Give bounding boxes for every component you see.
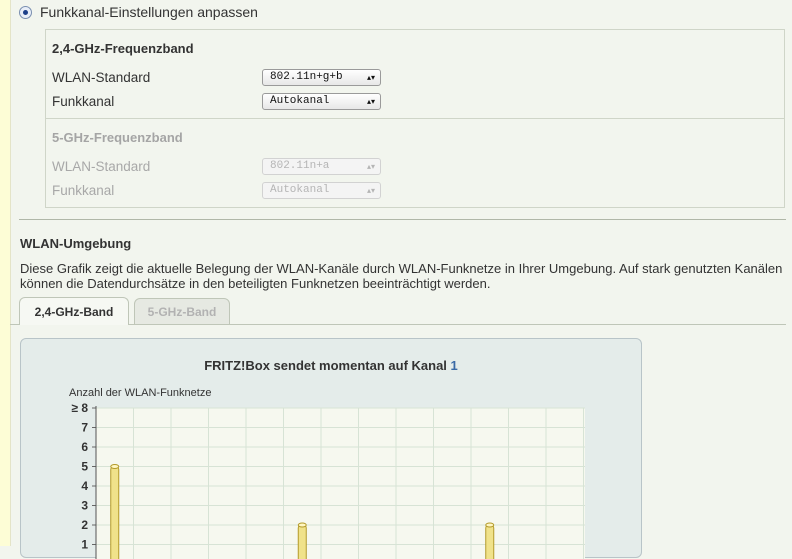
- band5-standard-value: 802.11n+a: [270, 160, 329, 172]
- select-arrows-icon: ▴▾: [367, 70, 375, 85]
- y-tick-label: 5: [81, 460, 88, 474]
- select-arrows-icon: ▴▾: [367, 183, 375, 198]
- tab-24ghz[interactable]: 2,4-GHz-Band: [19, 297, 129, 325]
- channel-bar-cap: [486, 523, 494, 527]
- channel-bar-cap: [298, 523, 306, 527]
- band24-panel: 2,4-GHz-Frequenzband WLAN-Standard 802.1…: [45, 29, 785, 119]
- section-divider: [19, 219, 786, 220]
- channel-bar: [486, 525, 494, 559]
- band24-standard-label: WLAN-Standard: [52, 70, 150, 85]
- chart-plot: 1 2 3 4 5 6 7 ≥ 8: [21, 339, 641, 559]
- select-arrows-icon: ▴▾: [367, 159, 375, 174]
- radio-selected-icon[interactable]: [19, 6, 32, 19]
- y-tick-label: ≥ 8: [71, 401, 88, 415]
- channel-chart: FRITZ!Box sendet momentan auf Kanal 1 An…: [20, 338, 642, 558]
- y-tick-label: 2: [81, 518, 88, 532]
- band5-channel-select[interactable]: Autokanal ▴▾: [262, 182, 381, 199]
- y-tick-label: 4: [81, 479, 88, 493]
- wlan-umgebung-description: Diese Grafik zeigt die aktuelle Belegung…: [20, 261, 790, 291]
- band5-panel: 5-GHz-Frequenzband WLAN-Standard 802.11n…: [45, 118, 785, 208]
- channel-bar-cap: [111, 465, 119, 469]
- y-tick-label: 6: [81, 440, 88, 454]
- band5-channel-label: Funkkanal: [52, 183, 114, 198]
- band5-standard-label: WLAN-Standard: [52, 159, 150, 174]
- band24-channel-label: Funkkanal: [52, 94, 114, 109]
- y-tick-label: 1: [81, 538, 88, 552]
- select-arrows-icon: ▴▾: [367, 94, 375, 109]
- plot-background: [96, 408, 585, 559]
- tab-5ghz[interactable]: 5-GHz-Band: [134, 298, 230, 325]
- band24-title: 2,4-GHz-Frequenzband: [52, 41, 194, 56]
- channel-settings-option[interactable]: Funkkanal-Einstellungen anpassen: [19, 4, 258, 20]
- left-strip: [0, 0, 11, 546]
- band24-standard-select[interactable]: 802.11n+g+b ▴▾: [262, 69, 381, 86]
- channel-settings-label: Funkkanal-Einstellungen anpassen: [40, 4, 258, 20]
- y-tick-label: 3: [81, 499, 88, 513]
- band5-title: 5-GHz-Frequenzband: [52, 130, 183, 145]
- band24-channel-select[interactable]: Autokanal ▴▾: [262, 93, 381, 110]
- band5-channel-value: Autokanal: [270, 184, 329, 196]
- y-tick-label: 7: [81, 421, 88, 435]
- band5-standard-select[interactable]: 802.11n+a ▴▾: [262, 158, 381, 175]
- band24-standard-value: 802.11n+g+b: [270, 71, 343, 83]
- band24-channel-value: Autokanal: [270, 95, 329, 107]
- channel-bar: [298, 525, 306, 559]
- wlan-umgebung-title: WLAN-Umgebung: [20, 236, 131, 251]
- channel-bar: [111, 467, 119, 559]
